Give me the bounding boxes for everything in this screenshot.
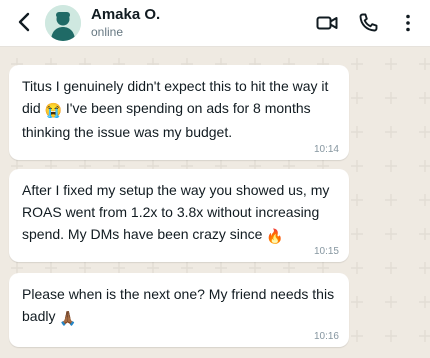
contact-status: online xyxy=(91,25,124,39)
phone-icon[interactable] xyxy=(356,11,380,35)
folded-hands-emoji: 🙏🏾 xyxy=(59,310,77,326)
message-bubble[interactable]: After I fixed my setup the way you showe… xyxy=(9,169,349,262)
message-time: 10:16 xyxy=(313,331,339,342)
message-time: 10:14 xyxy=(313,144,339,155)
avatar-person-icon xyxy=(45,5,81,41)
video-call-icon[interactable] xyxy=(315,11,339,35)
loudly-crying-emoji: 😭 xyxy=(44,102,63,118)
message-text: Titus I genuinely didn't expect this to … xyxy=(22,78,329,140)
fire-emoji: 🔥 xyxy=(266,228,284,244)
arrow-left-icon[interactable] xyxy=(13,10,35,34)
message-bubble[interactable]: Please when is the next one? My friend n… xyxy=(9,273,349,347)
message-bubble[interactable]: Titus I genuinely didn't expect this to … xyxy=(9,65,349,160)
avatar[interactable] xyxy=(45,5,81,41)
contact-name[interactable]: Amaka O. xyxy=(91,6,160,23)
more-vertical-icon[interactable] xyxy=(396,11,420,35)
chat-header: Amaka O. online xyxy=(0,0,430,47)
message-time: 10:15 xyxy=(313,246,339,257)
message-text: After I fixed my setup the way you showe… xyxy=(22,179,340,247)
message-text: Please when is the next one? My friend n… xyxy=(22,283,340,329)
